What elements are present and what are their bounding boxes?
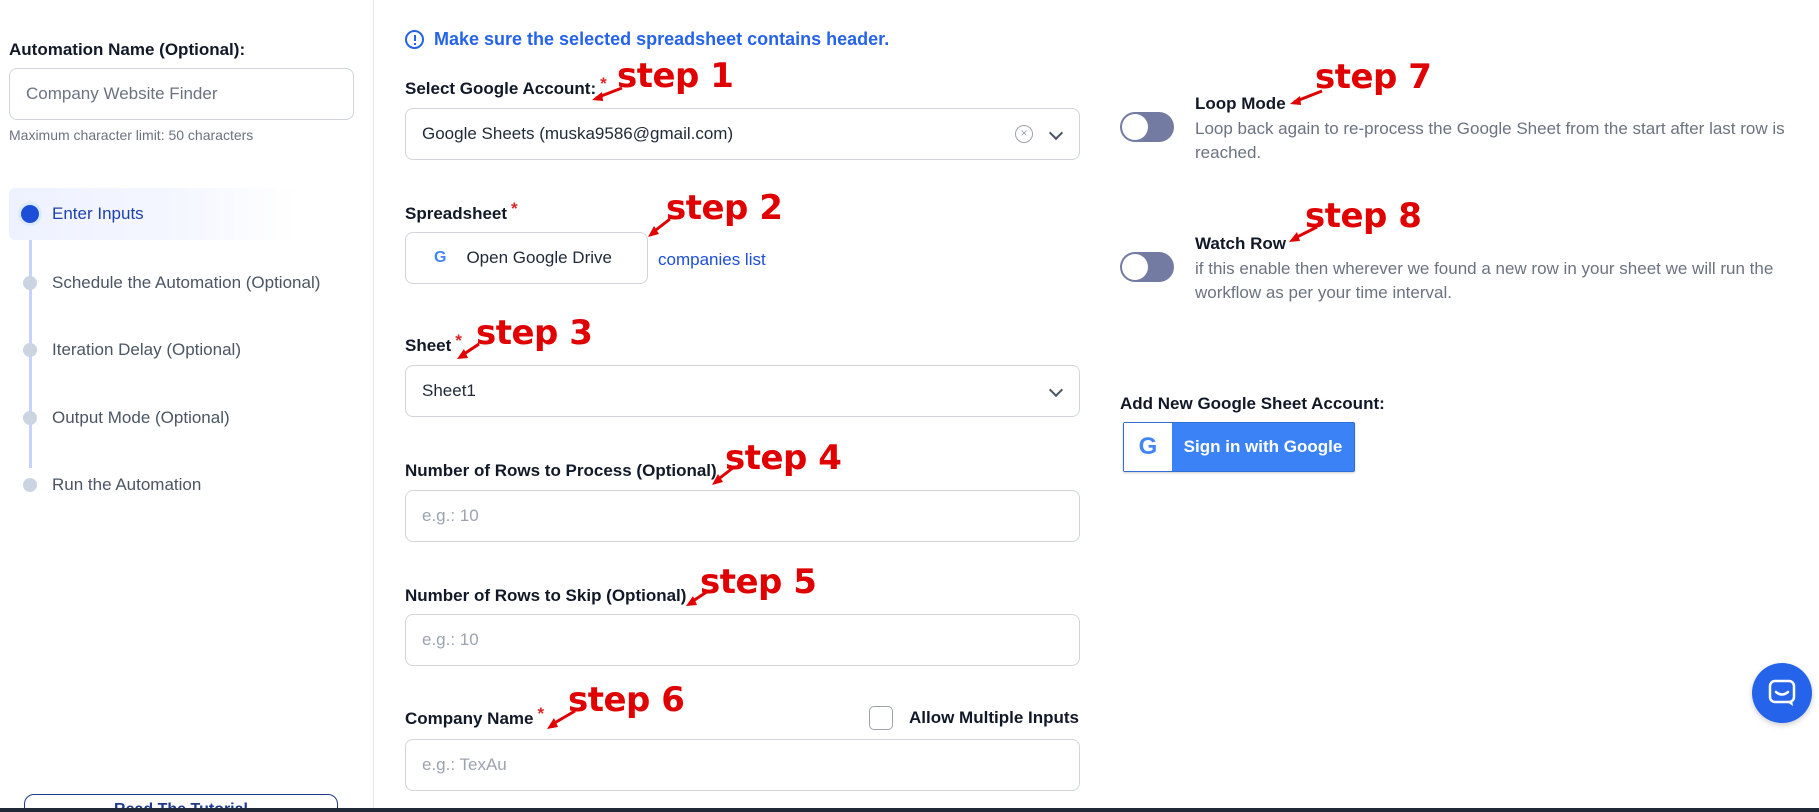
annotation-step-3: step 3 <box>476 313 593 353</box>
annotation-step-7: step 7 <box>1315 57 1432 97</box>
annotation-step-2: step 2 <box>666 188 783 228</box>
info-text: Make sure the selected spreadsheet conta… <box>434 29 890 49</box>
step-label: Run the Automation <box>52 475 202 494</box>
annotation-arrow-5 <box>686 589 709 606</box>
add-google-account-label: Add New Google Sheet Account: <box>1120 394 1385 413</box>
open-google-drive-label: Open Google Drive <box>466 248 612 267</box>
annotation-step-1: step 1 <box>617 56 734 96</box>
watch-row-toggle[interactable] <box>1120 252 1174 282</box>
spreadsheet-label-text: Spreadsheet <box>405 204 508 223</box>
annotation-arrow-4 <box>712 465 735 485</box>
info-icon <box>405 30 424 49</box>
loop-mode-title: Loop Mode <box>1195 94 1286 113</box>
sheet-label: Sheet * <box>405 331 462 356</box>
watch-row-description: if this enable then wherever we found a … <box>1195 259 1774 302</box>
annotation-arrow-8 <box>1289 225 1318 242</box>
chevron-down-icon <box>1048 125 1064 141</box>
rows-to-process-label: Number of Rows to Process (Optional) <box>405 461 717 480</box>
taskbar-edge <box>0 808 1819 812</box>
step-output-mode[interactable]: Output Mode (Optional) <box>9 392 364 444</box>
rows-to-skip-label: Number of Rows to Skip (Optional) <box>405 586 687 605</box>
step-dot-active <box>21 205 39 223</box>
loop-mode-description: Loop back again to re-process the Google… <box>1195 119 1785 162</box>
step-dot <box>23 478 37 492</box>
annotation-arrow-3 <box>457 342 480 359</box>
step-label: Iteration Delay (Optional) <box>52 340 241 359</box>
annotation-arrow-6 <box>547 709 576 729</box>
google-account-value: Google Sheets (muska9586@gmail.com) <box>422 124 734 143</box>
chat-support-button[interactable] <box>1752 663 1812 723</box>
char-limit-hint: Maximum character limit: 50 characters <box>9 127 254 143</box>
sign-in-with-google-button[interactable]: G Sign in with Google <box>1123 422 1355 472</box>
clear-icon[interactable]: × <box>1015 125 1033 143</box>
company-name-label-text: Company Name <box>405 709 534 728</box>
step-label: Schedule the Automation (Optional) <box>52 273 321 292</box>
step-dot <box>23 411 37 425</box>
rows-to-process-input[interactable] <box>405 490 1080 542</box>
sidebar: Automation Name (Optional): Maximum char… <box>0 0 374 812</box>
google-icon: G <box>434 249 447 266</box>
allow-multiple-inputs-checkbox[interactable] <box>869 706 893 730</box>
allow-multiple-inputs-label: Allow Multiple Inputs <box>909 708 1079 727</box>
loop-mode-toggle[interactable] <box>1120 112 1174 142</box>
step-iteration-delay[interactable]: Iteration Delay (Optional) <box>9 324 364 376</box>
annotation-step-6: step 6 <box>568 680 685 720</box>
step-label: Output Mode (Optional) <box>52 408 230 427</box>
annotation-arrow-2 <box>648 217 671 237</box>
chevron-down-icon <box>1048 382 1064 398</box>
required-marker: * <box>537 704 545 723</box>
step-schedule[interactable]: Schedule the Automation (Optional) <box>9 257 364 309</box>
sign-in-with-google-label: Sign in with Google <box>1183 437 1343 456</box>
spreadsheet-label: Spreadsheet * <box>405 199 518 224</box>
annotation-step-5: step 5 <box>700 562 817 602</box>
header-info-notice: Make sure the selected spreadsheet conta… <box>405 29 889 50</box>
annotation-arrow-7 <box>1290 89 1323 105</box>
required-marker: * <box>511 199 518 218</box>
sheet-select[interactable]: Sheet1 <box>405 365 1080 417</box>
automation-name-label: Automation Name (Optional): <box>9 40 246 59</box>
step-enter-inputs[interactable]: Enter Inputs <box>9 188 299 240</box>
chat-icon <box>1768 679 1796 706</box>
automation-name-input[interactable] <box>9 68 354 120</box>
step-dot <box>23 276 37 290</box>
selected-spreadsheet-link[interactable]: companies list <box>658 250 766 270</box>
rows-to-skip-input[interactable] <box>405 614 1080 666</box>
open-google-drive-button[interactable]: G Open Google Drive <box>405 232 648 284</box>
sheet-label-text: Sheet <box>405 336 452 355</box>
sheet-value: Sheet1 <box>422 381 476 400</box>
google-account-select[interactable]: Google Sheets (muska9586@gmail.com) × <box>405 108 1080 160</box>
step-label: Enter Inputs <box>52 204 144 223</box>
google-account-label-text: Select Google Account: <box>405 79 597 98</box>
step-run-automation[interactable]: Run the Automation <box>9 459 364 511</box>
step-dot <box>23 343 37 357</box>
company-name-input[interactable] <box>405 739 1080 791</box>
google-account-label: Select Google Account: * <box>405 74 607 99</box>
company-name-label: Company Name * <box>405 704 544 729</box>
annotation-step-4: step 4 <box>725 438 842 478</box>
google-logo-icon: G <box>1124 423 1172 471</box>
annotation-arrow-1 <box>592 86 623 101</box>
watch-row-title: Watch Row <box>1195 234 1286 253</box>
